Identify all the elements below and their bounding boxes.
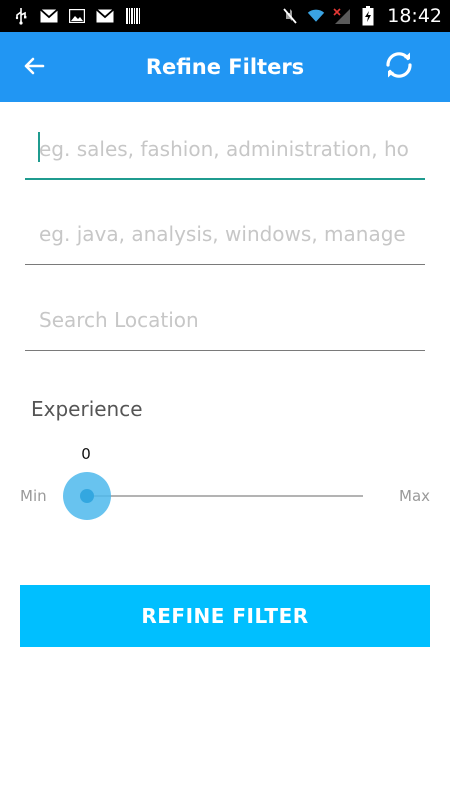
location-underline — [25, 350, 425, 351]
skills-underline — [25, 264, 425, 265]
battery-charging-icon — [359, 6, 377, 26]
skills-input[interactable] — [25, 205, 425, 263]
industry-underline — [25, 178, 425, 180]
app-bar: Refine Filters — [0, 32, 450, 102]
industry-input[interactable] — [25, 120, 425, 178]
slider-max-label: Max — [399, 487, 431, 505]
status-bar-left — [0, 7, 142, 25]
status-time: 18:42 — [387, 5, 442, 27]
industry-field — [25, 120, 425, 180]
gmail-icon — [40, 7, 58, 25]
refine-filter-button[interactable]: REFINE FILTER — [20, 585, 430, 647]
location-field — [25, 291, 425, 351]
refresh-button[interactable] — [380, 48, 418, 86]
location-input[interactable] — [25, 291, 425, 349]
image-icon — [68, 7, 86, 25]
refresh-icon — [382, 48, 416, 86]
status-bar-right: 18:42 — [281, 5, 450, 27]
no-signal-icon — [333, 7, 351, 25]
text-cursor — [38, 132, 40, 162]
slider-track[interactable] — [87, 495, 363, 497]
back-button[interactable] — [20, 54, 48, 82]
barcode-icon — [124, 7, 142, 25]
slider-value: 0 — [81, 445, 91, 463]
arrow-left-icon — [22, 54, 46, 82]
slider-min-label: Min — [20, 487, 47, 505]
mute-icon — [281, 7, 299, 25]
experience-label: Experience — [31, 397, 143, 421]
usb-icon — [12, 7, 30, 25]
wifi-icon — [307, 7, 325, 25]
status-bar: 18:42 — [0, 0, 450, 32]
skills-field — [25, 205, 425, 265]
slider-thumb[interactable] — [63, 472, 111, 520]
gmail-icon — [96, 7, 114, 25]
